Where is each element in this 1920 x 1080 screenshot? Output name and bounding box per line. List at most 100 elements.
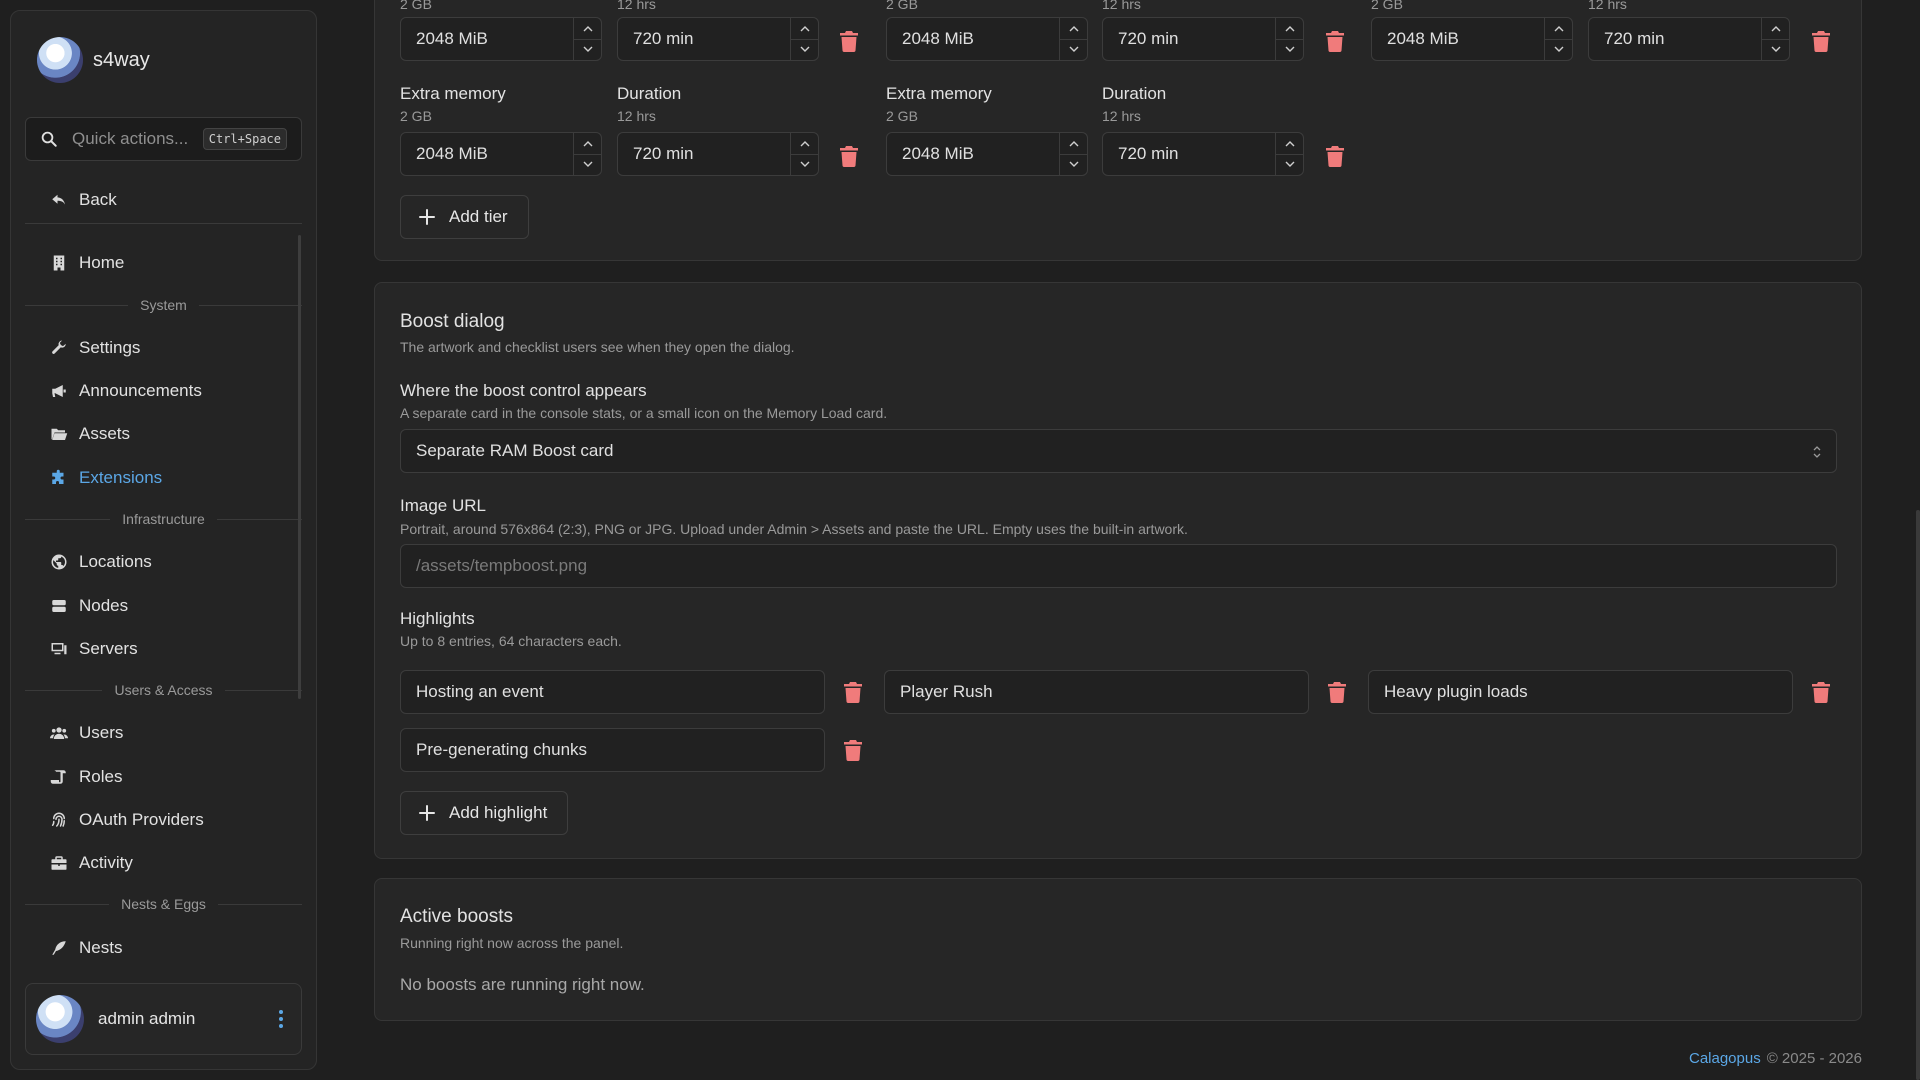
- search-icon: [41, 131, 57, 147]
- footer-brand-link[interactable]: Calagopus: [1689, 1050, 1761, 1067]
- duration-stepper[interactable]: [1761, 18, 1789, 60]
- chevron-up-icon[interactable]: [1060, 133, 1087, 154]
- placement-select[interactable]: Separate RAM Boost card: [400, 429, 1837, 473]
- chevron-down-icon[interactable]: [1276, 153, 1303, 176]
- nav-back[interactable]: Back: [49, 187, 117, 213]
- tier-2-duration-input[interactable]: 720 min: [1102, 17, 1304, 61]
- tier-4-duration-input[interactable]: 720 min: [617, 132, 819, 176]
- nav-nodes[interactable]: Nodes: [49, 593, 128, 619]
- chevron-down-icon[interactable]: [1060, 38, 1087, 61]
- section-system: System: [25, 297, 302, 313]
- tier-1-memory-input[interactable]: 2048 MiB: [400, 17, 602, 61]
- memory-stepper[interactable]: [1059, 133, 1087, 175]
- tier-5-memory-sub: 2 GB: [886, 108, 918, 124]
- chevron-up-icon[interactable]: [791, 18, 818, 39]
- active-boosts-card: Active boosts Running right now across t…: [374, 878, 1862, 1021]
- nav-roles[interactable]: Roles: [49, 764, 122, 790]
- nav-oauth-providers[interactable]: OAuth Providers: [49, 807, 204, 833]
- megaphone-icon: [49, 381, 69, 401]
- chevron-up-icon[interactable]: [1276, 18, 1303, 39]
- nav-users[interactable]: Users: [49, 720, 123, 746]
- plus-icon: [419, 805, 435, 821]
- kebab-menu-icon[interactable]: [271, 1010, 291, 1028]
- memory-stepper[interactable]: [573, 18, 601, 60]
- tier-4-memory-input[interactable]: 2048 MiB: [400, 132, 602, 176]
- tier-1-duration-input[interactable]: 720 min: [617, 17, 819, 61]
- duration-stepper[interactable]: [1275, 133, 1303, 175]
- brand-name: s4way: [93, 48, 150, 71]
- user-name: admin admin: [98, 1009, 196, 1028]
- tier-5-duration-label: Duration: [1102, 84, 1167, 103]
- highlight-input[interactable]: Player Rush: [884, 670, 1309, 714]
- delete-tier-3-button[interactable]: [1810, 29, 1832, 53]
- chevron-up-icon[interactable]: [1545, 18, 1572, 39]
- chevron-up-icon[interactable]: [574, 18, 601, 39]
- chevron-down-icon[interactable]: [1060, 153, 1087, 176]
- tier-2-memory-input[interactable]: 2048 MiB: [886, 17, 1088, 61]
- nav-activity[interactable]: Activity: [49, 850, 133, 876]
- chevron-down-icon[interactable]: [1545, 38, 1572, 61]
- duration-stepper[interactable]: [790, 18, 818, 60]
- chevron-down-icon[interactable]: [791, 38, 818, 61]
- sidebar-scrollbar[interactable]: [298, 235, 301, 699]
- chevron-down-icon[interactable]: [574, 153, 601, 176]
- memory-stepper[interactable]: [1544, 18, 1572, 60]
- delete-highlight-button[interactable]: [842, 738, 864, 762]
- user-menu[interactable]: admin admin: [25, 983, 302, 1055]
- highlight-input[interactable]: Heavy plugin loads: [1368, 670, 1793, 714]
- chevron-up-icon[interactable]: [574, 133, 601, 154]
- delete-highlight-button[interactable]: [1810, 680, 1832, 704]
- delete-tier-4-button[interactable]: [838, 144, 860, 168]
- highlight-input[interactable]: Pre-generating chunks: [400, 728, 825, 772]
- image-url-input[interactable]: /assets/tempboost.png: [400, 544, 1837, 588]
- quick-actions-input[interactable]: Quick actions... Ctrl+Space: [25, 117, 302, 161]
- tier-4-duration-label: Duration: [617, 84, 682, 103]
- tier-3-duration-input[interactable]: 720 min: [1588, 17, 1790, 61]
- nav-servers[interactable]: Servers: [49, 636, 138, 662]
- delete-tier-5-button[interactable]: [1324, 144, 1346, 168]
- memory-stepper[interactable]: [1059, 18, 1087, 60]
- brand[interactable]: s4way: [37, 37, 150, 83]
- tier-5-memory-input[interactable]: 2048 MiB: [886, 132, 1088, 176]
- delete-tier-1-button[interactable]: [838, 29, 860, 53]
- nav-settings[interactable]: Settings: [49, 335, 140, 361]
- duration-stepper[interactable]: [1275, 18, 1303, 60]
- trash-icon: [844, 739, 862, 761]
- nav-announcements[interactable]: Announcements: [49, 378, 202, 404]
- section-nests-eggs: Nests & Eggs: [25, 896, 302, 912]
- users-icon: [49, 723, 69, 743]
- chevron-down-icon[interactable]: [791, 153, 818, 176]
- highlight-input[interactable]: Hosting an event: [400, 670, 825, 714]
- tier-3-memory-input[interactable]: 2048 MiB: [1371, 17, 1573, 61]
- nav-assets[interactable]: Assets: [49, 421, 130, 447]
- tier-3-memory-sub: 2 GB: [1371, 0, 1403, 12]
- tier-5-duration-input[interactable]: 720 min: [1102, 132, 1304, 176]
- add-highlight-button[interactable]: Add highlight: [400, 791, 569, 835]
- tier-4-duration-sub: 12 hrs: [617, 108, 656, 124]
- nav-nests[interactable]: Nests: [49, 935, 122, 961]
- chevron-up-icon[interactable]: [1276, 133, 1303, 154]
- nav-locations[interactable]: Locations: [49, 549, 152, 575]
- chevron-up-icon[interactable]: [791, 133, 818, 154]
- duration-stepper[interactable]: [790, 133, 818, 175]
- trash-icon: [1812, 681, 1830, 703]
- chevron-down-icon[interactable]: [1762, 38, 1789, 61]
- main-scrollbar[interactable]: [1916, 510, 1920, 1080]
- delete-highlight-button[interactable]: [842, 680, 864, 704]
- delete-tier-2-button[interactable]: [1324, 29, 1346, 53]
- chevron-down-icon[interactable]: [574, 38, 601, 61]
- globe-icon: [49, 552, 69, 572]
- highlights-label: Highlights: [400, 609, 475, 628]
- chevron-up-icon[interactable]: [1762, 18, 1789, 39]
- section-infrastructure: Infrastructure: [25, 511, 302, 527]
- nav-home[interactable]: Home: [49, 250, 124, 276]
- add-tier-button[interactable]: Add tier: [400, 195, 529, 239]
- memory-stepper[interactable]: [573, 133, 601, 175]
- placement-help: A separate card in the console stats, or…: [400, 405, 888, 421]
- trash-icon: [844, 681, 862, 703]
- delete-highlight-button[interactable]: [1326, 680, 1348, 704]
- chevron-up-icon[interactable]: [1060, 18, 1087, 39]
- chevron-down-icon[interactable]: [1276, 38, 1303, 61]
- trash-icon: [1812, 30, 1830, 52]
- nav-extensions[interactable]: Extensions: [49, 465, 162, 491]
